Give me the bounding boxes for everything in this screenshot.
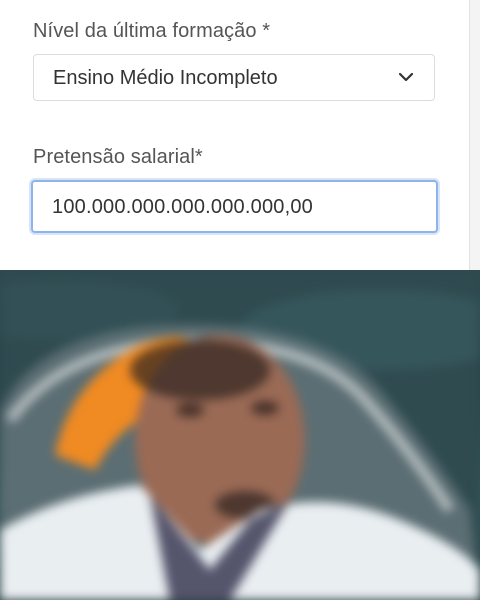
job-application-form: Nível da última formação * Ensino Médio … xyxy=(0,0,480,270)
reaction-photo-drawing xyxy=(0,270,480,600)
salary-expectation-label: Pretensão salarial* xyxy=(33,146,203,168)
reaction-photo xyxy=(0,270,480,600)
salary-expectation-input[interactable]: 100.000.000.000.000.000,00 xyxy=(31,180,438,233)
scrollbar[interactable] xyxy=(469,0,480,270)
education-level-label: Nível da última formação * xyxy=(33,20,271,42)
salary-expectation-value: 100.000.000.000.000.000,00 xyxy=(52,196,314,218)
education-level-selected-value: Ensino Médio Incompleto xyxy=(53,67,278,89)
education-level-select[interactable]: Ensino Médio Incompleto xyxy=(33,54,435,101)
chevron-down-icon xyxy=(398,72,414,82)
page: Nível da última formação * Ensino Médio … xyxy=(0,0,480,600)
